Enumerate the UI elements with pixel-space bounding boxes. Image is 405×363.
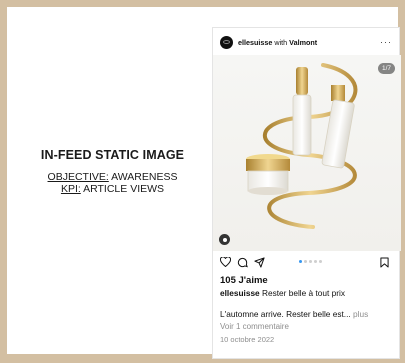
- format-headline: IN-FEED STATIC IMAGE: [40, 148, 185, 162]
- more-icon[interactable]: ···: [380, 37, 392, 47]
- username[interactable]: ellesuisse: [238, 38, 272, 47]
- carousel-dot[interactable]: [299, 260, 302, 263]
- share-icon[interactable]: [253, 256, 265, 268]
- carousel-counter: 1/7: [377, 63, 395, 74]
- caption-username[interactable]: ellesuisse: [220, 288, 260, 298]
- carousel-dots: [299, 260, 322, 263]
- bookmark-icon[interactable]: [378, 256, 390, 268]
- post-header: ellesuisse with Valmont ···: [213, 28, 399, 56]
- caption-line2: L'automne arrive. Rester belle est...: [220, 309, 351, 319]
- objective-label: OBJECTIVE:: [47, 171, 109, 183]
- campaign-info: IN-FEED STATIC IMAGE OBJECTIVE: AWARENES…: [25, 148, 200, 195]
- carousel-dot[interactable]: [304, 260, 307, 263]
- instagram-post: ellesuisse with Valmont ··· 1/7 105 J'ai…: [212, 27, 401, 359]
- view-comments-link[interactable]: Voir 1 commentaire: [220, 322, 289, 331]
- caption: ellesuisse Rester belle à tout prix: [220, 288, 345, 298]
- caption-continued: L'automne arrive. Rester belle est... pl…: [220, 309, 368, 319]
- objective-line: OBJECTIVE: AWARENESS: [25, 171, 200, 183]
- post-author[interactable]: ellesuisse with Valmont: [238, 38, 317, 47]
- partner-name[interactable]: Valmont: [289, 38, 317, 47]
- with-text: with: [274, 37, 288, 47]
- carousel-dot[interactable]: [314, 260, 317, 263]
- post-date: 10 octobre 2022: [220, 335, 275, 344]
- user-tag-icon[interactable]: [219, 234, 230, 245]
- post-image[interactable]: 1/7: [213, 55, 401, 251]
- kpi-value: ARTICLE VIEWS: [83, 183, 165, 195]
- kpi-line: KPI: ARTICLE VIEWS: [25, 183, 200, 195]
- comment-icon[interactable]: [236, 256, 248, 268]
- objective-value: AWARENESS: [111, 171, 178, 183]
- product-image: [246, 63, 358, 229]
- likes-count[interactable]: 105 J'aime: [220, 275, 268, 286]
- carousel-dot[interactable]: [309, 260, 312, 263]
- kpi-label: KPI:: [60, 183, 81, 195]
- carousel-dot[interactable]: [319, 260, 322, 263]
- heart-icon[interactable]: [219, 256, 231, 268]
- caption-text: Rester belle à tout prix: [261, 288, 345, 298]
- more-link[interactable]: plus: [353, 309, 368, 319]
- post-actions: [213, 252, 401, 272]
- avatar[interactable]: [220, 35, 233, 49]
